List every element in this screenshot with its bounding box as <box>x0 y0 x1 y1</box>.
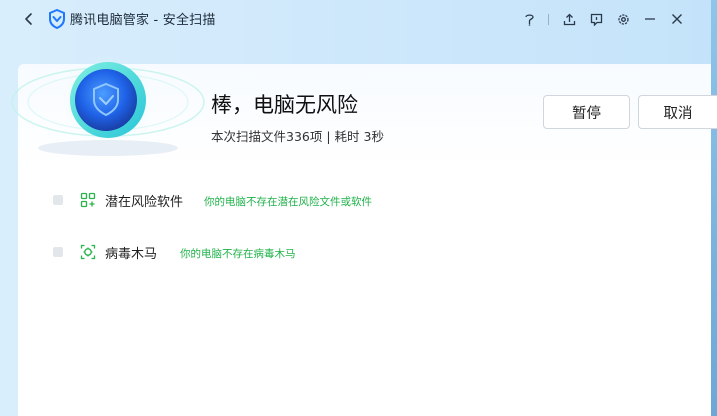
result-status: 你的电脑不存在病毒木马 <box>180 248 296 260</box>
virus-scan-icon <box>80 244 96 260</box>
upload-icon[interactable] <box>559 9 579 29</box>
title-bar: 腾讯电脑管家 - 安全扫描 <box>0 0 711 38</box>
chevron-left-icon <box>25 13 32 25</box>
close-icon[interactable] <box>667 9 687 29</box>
virus-checkbox[interactable] <box>53 247 63 257</box>
result-label: 潜在风险软件 <box>105 195 184 210</box>
back-button[interactable] <box>18 8 40 30</box>
result-label: 病毒木马 <box>105 247 158 262</box>
settings-icon[interactable] <box>613 9 633 29</box>
result-row-virus: 病毒木马 你的电脑不存在病毒木马 <box>0 241 717 263</box>
shield-hero-graphic <box>0 40 212 180</box>
scan-status-title: 棒，电脑无风险 <box>211 93 358 117</box>
titlebar-divider <box>548 13 549 25</box>
feedback-icon[interactable] <box>586 9 606 29</box>
risk-software-checkbox[interactable] <box>53 195 63 205</box>
result-status: 你的电脑不存在潜在风险文件或软件 <box>204 196 372 208</box>
pause-button[interactable]: 暂停 <box>543 95 630 129</box>
window-title: 腾讯电脑管家 - 安全扫描 <box>70 13 216 28</box>
minimize-icon[interactable] <box>640 9 660 29</box>
app-logo <box>48 8 66 30</box>
result-row-risk-software: 潜在风险软件 你的电脑不存在潜在风险文件或软件 <box>0 189 717 211</box>
app-window: 腾讯电脑管家 - 安全扫描 棒，电脑无风险 本次扫描文件336项 | 耗时 3秒… <box>0 0 717 416</box>
scan-summary: 本次扫描文件336项 | 耗时 3秒 <box>211 129 384 144</box>
window-controls <box>512 9 687 29</box>
cancel-button[interactable]: 取消 <box>638 95 717 129</box>
skin-icon[interactable] <box>519 9 539 29</box>
apps-icon <box>80 192 96 208</box>
